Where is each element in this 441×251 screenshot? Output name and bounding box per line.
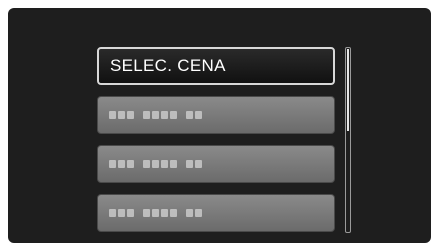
menu-item-3[interactable] xyxy=(97,145,335,183)
menu-item-2[interactable] xyxy=(97,96,335,134)
menu-list: SELEC. CENA xyxy=(97,47,335,243)
obscured-label xyxy=(109,209,202,217)
scrollbar[interactable] xyxy=(345,47,351,233)
screen: SELEC. CENA xyxy=(0,0,441,251)
obscured-label xyxy=(109,111,202,119)
obscured-label xyxy=(109,160,202,168)
menu-item-select-scene[interactable]: SELEC. CENA xyxy=(97,47,335,85)
scrollbar-thumb[interactable] xyxy=(347,49,349,131)
menu-item-label: SELEC. CENA xyxy=(110,56,226,75)
menu-item-4[interactable] xyxy=(97,194,335,232)
